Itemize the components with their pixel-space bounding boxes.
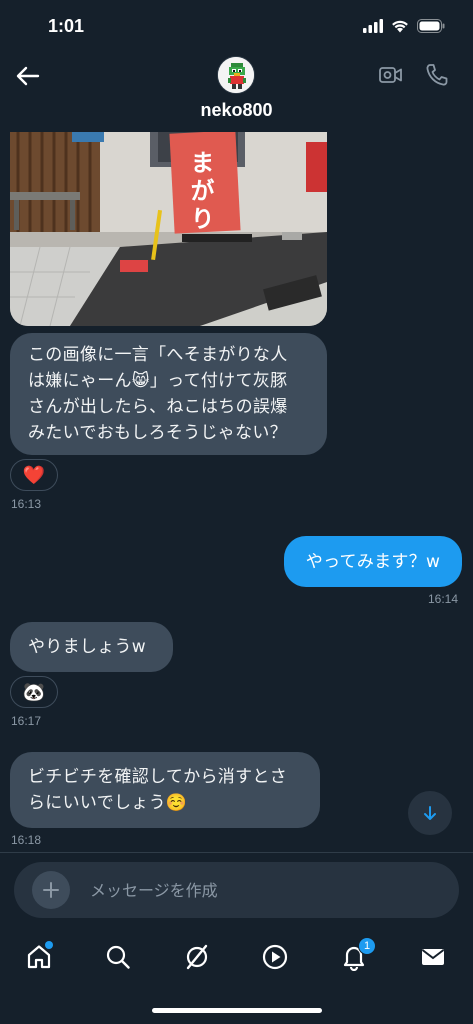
communities-icon: [186, 944, 208, 970]
plus-icon: [43, 882, 59, 898]
heart-reaction: ❤️: [22, 464, 46, 486]
add-media-button[interactable]: [32, 871, 70, 909]
back-button[interactable]: [14, 62, 42, 90]
message-timestamp: 16:18: [11, 833, 42, 847]
home-notification-dot: [45, 941, 53, 949]
composer-divider: [0, 852, 473, 853]
conversation-header: neko800: [0, 52, 473, 132]
home-indicator: [152, 1008, 322, 1013]
message-image[interactable]: まがり: [10, 132, 327, 326]
message-text: ビチビチを確認してから消すとさ らにいいでしょう☺️: [28, 767, 287, 813]
messages-icon: [421, 949, 445, 965]
nav-video[interactable]: [259, 941, 291, 973]
notifications-badge: 1: [358, 937, 376, 955]
search-icon: [106, 945, 130, 969]
panda-reaction: 🐼: [22, 681, 46, 703]
video-call-button[interactable]: [378, 62, 404, 88]
status-time: 1:01: [48, 15, 85, 36]
street-photo: まがり: [10, 132, 327, 326]
banner-sign-text: まがり: [186, 150, 214, 234]
message-bubble-incoming[interactable]: ビチビチを確認してから消すとさ らにいいでしょう☺️: [10, 752, 320, 828]
status-icons: [363, 19, 445, 33]
message-timestamp: 16:13: [11, 497, 42, 511]
message-text: この画像に一言「へそまがりな人 は嫌にゃーん😸」って付けて灰豚 さんが出したら、…: [28, 345, 288, 443]
nav-communities[interactable]: [181, 941, 213, 973]
voice-waveform-icon: [416, 878, 440, 902]
arrow-left-icon: [16, 66, 40, 86]
arrow-down-icon: [424, 806, 436, 820]
scroll-to-bottom-button[interactable]: [408, 791, 452, 835]
message-bubble-incoming[interactable]: やりましょうw: [10, 622, 173, 672]
message-bubble-incoming[interactable]: この画像に一言「へそまがりな人 は嫌にゃーん😸」って付けて灰豚 さんが出したら、…: [10, 333, 327, 455]
message-text: やってみます？w: [305, 551, 441, 572]
avatar[interactable]: [217, 56, 255, 94]
pixel-character-avatar: [218, 57, 254, 93]
voice-message-button[interactable]: [415, 878, 441, 902]
nav-home[interactable]: [23, 941, 55, 973]
message-bubble-outgoing[interactable]: やってみます？w: [284, 536, 462, 587]
bottom-navigation: 1: [0, 935, 473, 979]
nav-search[interactable]: [102, 941, 134, 973]
status-bar: 1:01: [0, 0, 473, 52]
message-input[interactable]: [90, 876, 390, 904]
cellular-signal-icon: [363, 19, 383, 33]
battery-icon: [417, 19, 445, 33]
nav-notifications[interactable]: 1: [338, 937, 376, 973]
wifi-icon: [392, 20, 408, 33]
video-camera-icon: [379, 67, 402, 83]
play-icon: [262, 944, 288, 970]
nav-messages[interactable]: [417, 941, 449, 973]
reaction-badge[interactable]: ❤️: [10, 459, 58, 491]
reaction-badge[interactable]: 🐼: [10, 676, 58, 708]
message-timestamp: 16:14: [428, 592, 459, 606]
message-text: やりましょうw: [28, 637, 147, 657]
phone-icon: [426, 64, 448, 86]
message-composer: [14, 862, 459, 918]
voice-call-button[interactable]: [424, 62, 450, 88]
conversation-name[interactable]: neko800: [0, 100, 473, 121]
message-timestamp: 16:17: [11, 714, 42, 728]
